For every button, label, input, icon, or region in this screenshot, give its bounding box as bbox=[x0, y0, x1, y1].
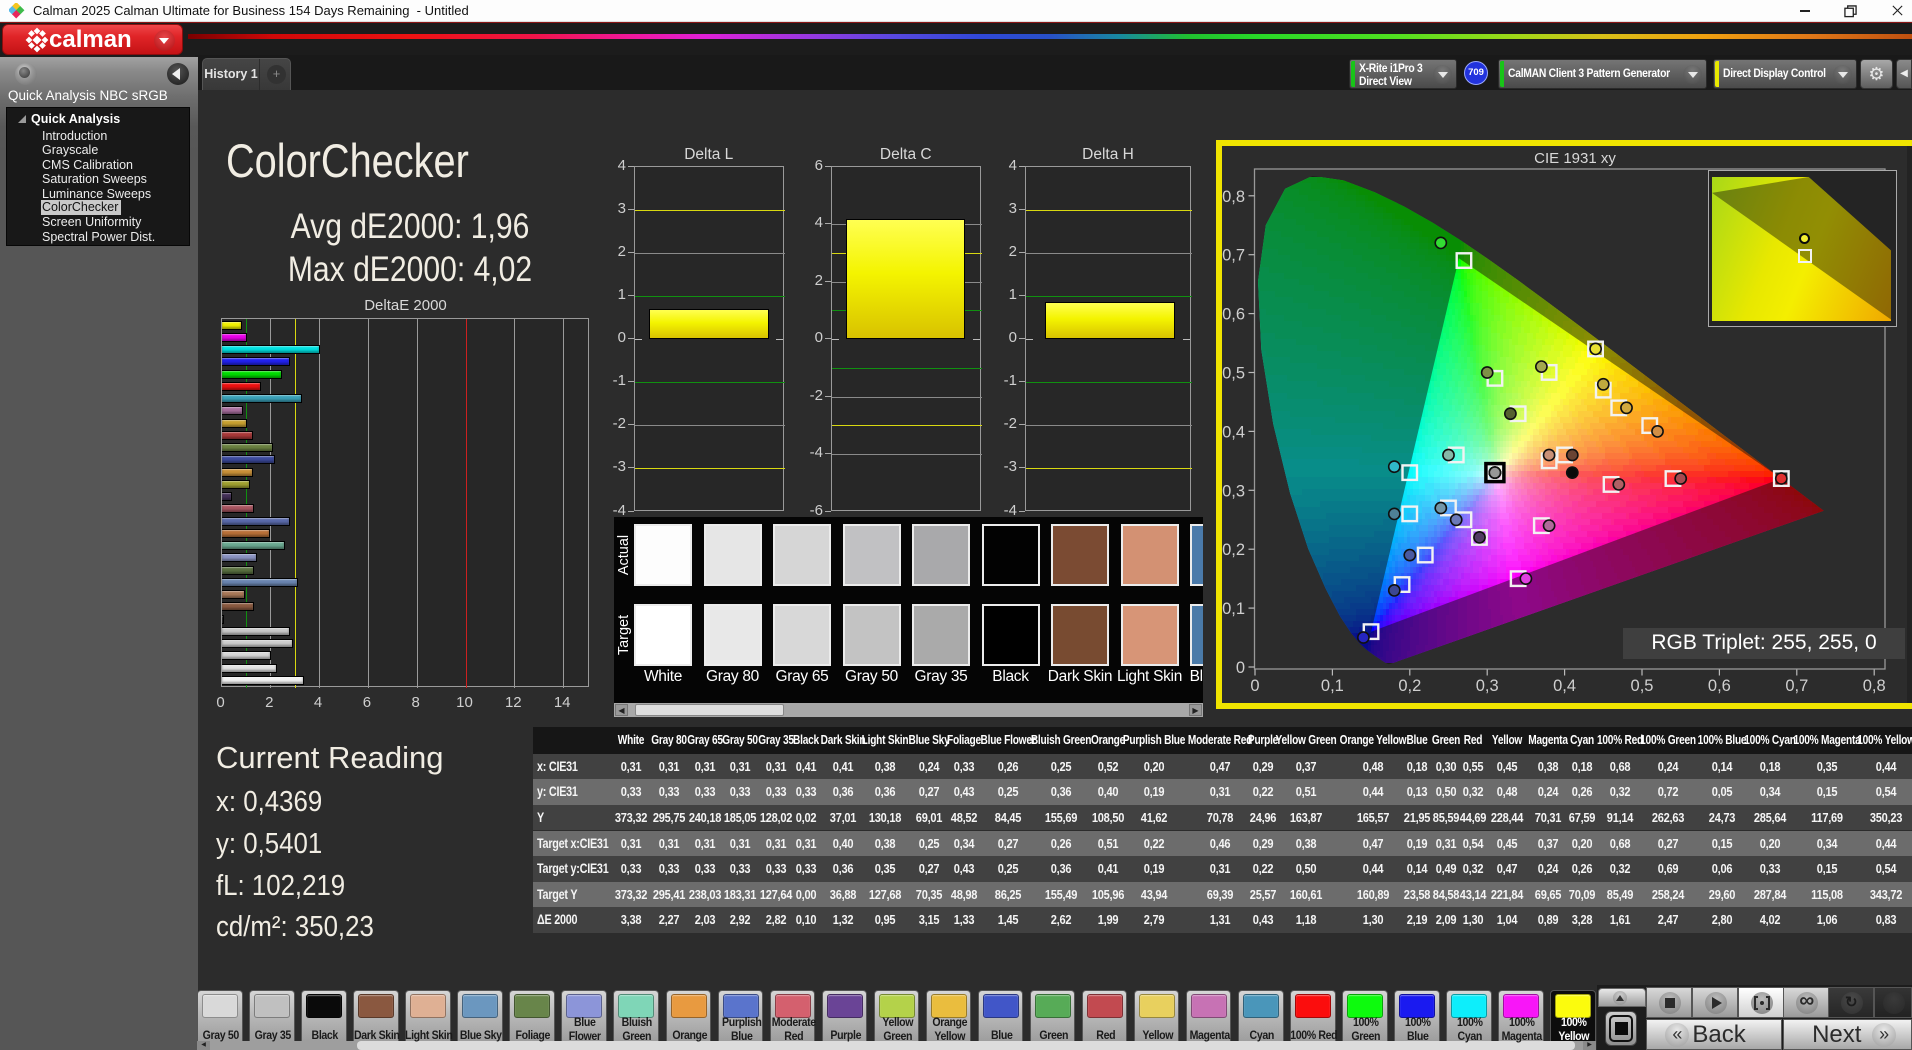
svg-text:0,6: 0,6 bbox=[1222, 306, 1245, 324]
svg-text:0,7: 0,7 bbox=[1222, 247, 1245, 265]
svg-text:0,3: 0,3 bbox=[1476, 677, 1499, 695]
svg-text:0,1: 0,1 bbox=[1222, 600, 1245, 618]
svg-text:0: 0 bbox=[1250, 677, 1259, 695]
svg-text:0,2: 0,2 bbox=[1398, 677, 1421, 695]
svg-text:0,4: 0,4 bbox=[1553, 677, 1576, 695]
svg-text:0,7: 0,7 bbox=[1785, 677, 1808, 695]
svg-text:0,6: 0,6 bbox=[1708, 677, 1731, 695]
svg-text:CIE 1931 xy: CIE 1931 xy bbox=[1534, 150, 1616, 167]
svg-text:0,5: 0,5 bbox=[1631, 677, 1654, 695]
svg-text:0,5: 0,5 bbox=[1222, 365, 1245, 383]
svg-text:0: 0 bbox=[1236, 659, 1245, 677]
svg-text:0,8: 0,8 bbox=[1863, 677, 1886, 695]
svg-text:0,8: 0,8 bbox=[1222, 188, 1245, 206]
svg-text:0,3: 0,3 bbox=[1222, 482, 1245, 500]
svg-text:0,2: 0,2 bbox=[1222, 541, 1245, 559]
svg-text:0,1: 0,1 bbox=[1321, 677, 1344, 695]
svg-text:0,4: 0,4 bbox=[1222, 423, 1245, 441]
